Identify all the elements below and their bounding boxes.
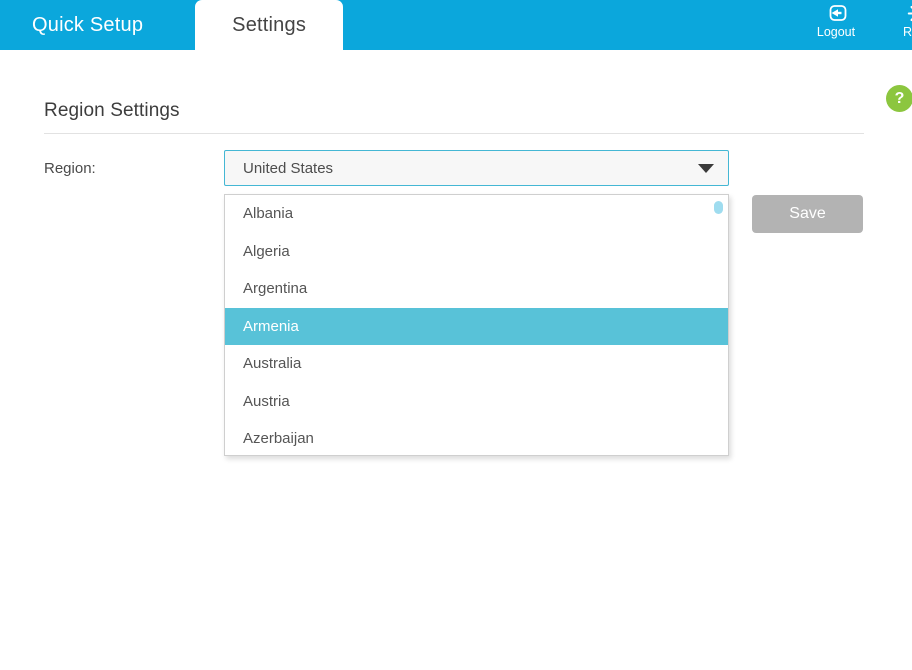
save-button[interactable]: Save — [752, 195, 863, 233]
reboot-button[interactable]: Rebo — [892, 0, 912, 39]
help-symbol: ? — [894, 89, 905, 107]
dropdown-option[interactable]: Argentina — [225, 270, 728, 308]
router-settings-page: Quick Setup Settings Logout R ? Region S… — [0, 0, 912, 670]
tab-quick-setup[interactable]: Quick Setup — [0, 0, 175, 50]
main-tab-bar: Quick Setup Settings — [0, 0, 344, 50]
header-actions: Logout Rebo — [810, 0, 912, 50]
tab-quick-setup-label: Quick Setup — [32, 13, 144, 36]
region-select-value: United States — [243, 159, 334, 177]
dropdown-option[interactable]: Albania — [225, 195, 728, 233]
dropdown-option[interactable]: Algeria — [225, 233, 728, 271]
region-dropdown-list[interactable]: Albania Algeria Argentina Armenia Australia A… — [224, 194, 729, 456]
logout-icon — [824, 2, 848, 24]
dropdown-scrollbar-thumb[interactable] — [714, 201, 723, 214]
tab-settings-label: Settings — [232, 13, 307, 36]
page-title: Region Settings — [44, 100, 180, 121]
logout-label: Logout — [816, 25, 856, 39]
region-label: Region: — [44, 160, 96, 177]
reboot-icon — [906, 2, 912, 24]
help-icon[interactable]: ? — [886, 85, 912, 112]
dropdown-option[interactable]: Azerbaijan — [225, 420, 728, 455]
region-select[interactable]: United States — [224, 150, 729, 186]
dropdown-option[interactable]: Armenia — [225, 307, 728, 345]
dropdown-option[interactable]: Austria — [225, 383, 728, 421]
chevron-down-icon[interactable] — [684, 163, 728, 173]
logout-button[interactable]: Logout — [810, 0, 862, 39]
title-divider — [44, 133, 864, 134]
reboot-label: Rebo — [903, 25, 912, 39]
dropdown-options: Albania Algeria Argentina Armenia Australia A… — [225, 195, 728, 455]
dropdown-scrollbar[interactable] — [714, 195, 725, 455]
tab-settings[interactable]: Settings — [195, 0, 344, 50]
dropdown-option[interactable]: Australia — [225, 345, 728, 383]
